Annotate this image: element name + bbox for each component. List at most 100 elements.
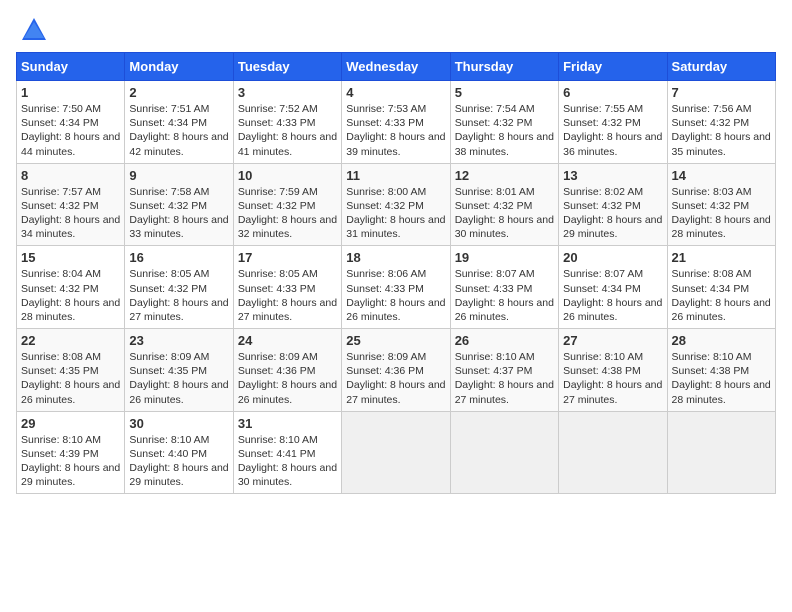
day-details: Sunrise: 8:05 AMSunset: 4:32 PMDaylight:… [129,268,228,323]
day-details: Sunrise: 8:07 AMSunset: 4:34 PMDaylight:… [563,268,662,323]
day-number: 11 [346,168,445,183]
page-header [16,16,776,44]
day-number: 2 [129,85,228,100]
calendar-day-cell: 24 Sunrise: 8:09 AMSunset: 4:36 PMDaylig… [233,329,341,412]
day-details: Sunrise: 7:51 AMSunset: 4:34 PMDaylight:… [129,103,228,158]
weekday-header-cell: Thursday [450,53,558,81]
day-details: Sunrise: 8:09 AMSunset: 4:36 PMDaylight:… [238,351,337,406]
day-number: 27 [563,333,662,348]
day-details: Sunrise: 8:07 AMSunset: 4:33 PMDaylight:… [455,268,554,323]
weekday-header-row: SundayMondayTuesdayWednesdayThursdayFrid… [17,53,776,81]
calendar-table: SundayMondayTuesdayWednesdayThursdayFrid… [16,52,776,494]
calendar-body: 1 Sunrise: 7:50 AMSunset: 4:34 PMDayligh… [17,81,776,494]
day-details: Sunrise: 8:10 AMSunset: 4:41 PMDaylight:… [238,434,337,489]
day-number: 16 [129,250,228,265]
day-number: 12 [455,168,554,183]
day-details: Sunrise: 8:04 AMSunset: 4:32 PMDaylight:… [21,268,120,323]
calendar-day-cell [559,411,667,494]
day-details: Sunrise: 8:10 AMSunset: 4:38 PMDaylight:… [672,351,771,406]
calendar-day-cell: 14 Sunrise: 8:03 AMSunset: 4:32 PMDaylig… [667,163,775,246]
calendar-day-cell: 16 Sunrise: 8:05 AMSunset: 4:32 PMDaylig… [125,246,233,329]
day-number: 3 [238,85,337,100]
logo-icon [20,16,48,44]
day-number: 17 [238,250,337,265]
day-details: Sunrise: 8:10 AMSunset: 4:39 PMDaylight:… [21,434,120,489]
day-details: Sunrise: 7:54 AMSunset: 4:32 PMDaylight:… [455,103,554,158]
calendar-day-cell [450,411,558,494]
calendar-day-cell: 15 Sunrise: 8:04 AMSunset: 4:32 PMDaylig… [17,246,125,329]
calendar-day-cell: 8 Sunrise: 7:57 AMSunset: 4:32 PMDayligh… [17,163,125,246]
day-number: 20 [563,250,662,265]
calendar-day-cell: 9 Sunrise: 7:58 AMSunset: 4:32 PMDayligh… [125,163,233,246]
day-number: 9 [129,168,228,183]
calendar-day-cell: 17 Sunrise: 8:05 AMSunset: 4:33 PMDaylig… [233,246,341,329]
day-details: Sunrise: 7:50 AMSunset: 4:34 PMDaylight:… [21,103,120,158]
day-number: 4 [346,85,445,100]
weekday-header-cell: Saturday [667,53,775,81]
weekday-header-cell: Tuesday [233,53,341,81]
calendar-day-cell: 23 Sunrise: 8:09 AMSunset: 4:35 PMDaylig… [125,329,233,412]
calendar-day-cell: 21 Sunrise: 8:08 AMSunset: 4:34 PMDaylig… [667,246,775,329]
weekday-header-cell: Monday [125,53,233,81]
day-details: Sunrise: 8:08 AMSunset: 4:34 PMDaylight:… [672,268,771,323]
day-number: 23 [129,333,228,348]
calendar-day-cell: 5 Sunrise: 7:54 AMSunset: 4:32 PMDayligh… [450,81,558,164]
day-details: Sunrise: 8:05 AMSunset: 4:33 PMDaylight:… [238,268,337,323]
calendar-day-cell: 29 Sunrise: 8:10 AMSunset: 4:39 PMDaylig… [17,411,125,494]
day-details: Sunrise: 8:08 AMSunset: 4:35 PMDaylight:… [21,351,120,406]
calendar-day-cell: 18 Sunrise: 8:06 AMSunset: 4:33 PMDaylig… [342,246,450,329]
calendar-day-cell: 11 Sunrise: 8:00 AMSunset: 4:32 PMDaylig… [342,163,450,246]
calendar-day-cell: 22 Sunrise: 8:08 AMSunset: 4:35 PMDaylig… [17,329,125,412]
day-details: Sunrise: 7:57 AMSunset: 4:32 PMDaylight:… [21,186,120,241]
calendar-day-cell: 4 Sunrise: 7:53 AMSunset: 4:33 PMDayligh… [342,81,450,164]
day-details: Sunrise: 8:10 AMSunset: 4:38 PMDaylight:… [563,351,662,406]
day-details: Sunrise: 8:09 AMSunset: 4:36 PMDaylight:… [346,351,445,406]
day-number: 29 [21,416,120,431]
calendar-day-cell: 20 Sunrise: 8:07 AMSunset: 4:34 PMDaylig… [559,246,667,329]
calendar-day-cell: 12 Sunrise: 8:01 AMSunset: 4:32 PMDaylig… [450,163,558,246]
calendar-week-row: 22 Sunrise: 8:08 AMSunset: 4:35 PMDaylig… [17,329,776,412]
calendar-day-cell: 2 Sunrise: 7:51 AMSunset: 4:34 PMDayligh… [125,81,233,164]
day-details: Sunrise: 8:00 AMSunset: 4:32 PMDaylight:… [346,186,445,241]
day-number: 22 [21,333,120,348]
day-number: 19 [455,250,554,265]
day-details: Sunrise: 7:53 AMSunset: 4:33 PMDaylight:… [346,103,445,158]
day-number: 24 [238,333,337,348]
calendar-day-cell: 27 Sunrise: 8:10 AMSunset: 4:38 PMDaylig… [559,329,667,412]
day-number: 26 [455,333,554,348]
calendar-day-cell: 3 Sunrise: 7:52 AMSunset: 4:33 PMDayligh… [233,81,341,164]
day-details: Sunrise: 7:56 AMSunset: 4:32 PMDaylight:… [672,103,771,158]
day-number: 13 [563,168,662,183]
calendar-day-cell: 30 Sunrise: 8:10 AMSunset: 4:40 PMDaylig… [125,411,233,494]
day-details: Sunrise: 8:06 AMSunset: 4:33 PMDaylight:… [346,268,445,323]
calendar-week-row: 8 Sunrise: 7:57 AMSunset: 4:32 PMDayligh… [17,163,776,246]
day-number: 7 [672,85,771,100]
day-details: Sunrise: 8:02 AMSunset: 4:32 PMDaylight:… [563,186,662,241]
weekday-header-cell: Sunday [17,53,125,81]
day-details: Sunrise: 7:55 AMSunset: 4:32 PMDaylight:… [563,103,662,158]
day-number: 18 [346,250,445,265]
day-number: 15 [21,250,120,265]
day-details: Sunrise: 7:58 AMSunset: 4:32 PMDaylight:… [129,186,228,241]
day-number: 6 [563,85,662,100]
weekday-header-cell: Friday [559,53,667,81]
logo [16,16,48,44]
day-number: 25 [346,333,445,348]
day-number: 8 [21,168,120,183]
day-details: Sunrise: 8:09 AMSunset: 4:35 PMDaylight:… [129,351,228,406]
calendar-day-cell: 13 Sunrise: 8:02 AMSunset: 4:32 PMDaylig… [559,163,667,246]
calendar-day-cell: 10 Sunrise: 7:59 AMSunset: 4:32 PMDaylig… [233,163,341,246]
day-number: 5 [455,85,554,100]
day-number: 1 [21,85,120,100]
calendar-week-row: 15 Sunrise: 8:04 AMSunset: 4:32 PMDaylig… [17,246,776,329]
day-details: Sunrise: 8:10 AMSunset: 4:37 PMDaylight:… [455,351,554,406]
day-details: Sunrise: 7:52 AMSunset: 4:33 PMDaylight:… [238,103,337,158]
day-number: 21 [672,250,771,265]
day-number: 28 [672,333,771,348]
calendar-day-cell: 6 Sunrise: 7:55 AMSunset: 4:32 PMDayligh… [559,81,667,164]
day-details: Sunrise: 8:03 AMSunset: 4:32 PMDaylight:… [672,186,771,241]
calendar-day-cell: 28 Sunrise: 8:10 AMSunset: 4:38 PMDaylig… [667,329,775,412]
calendar-day-cell: 31 Sunrise: 8:10 AMSunset: 4:41 PMDaylig… [233,411,341,494]
day-details: Sunrise: 8:10 AMSunset: 4:40 PMDaylight:… [129,434,228,489]
day-number: 14 [672,168,771,183]
